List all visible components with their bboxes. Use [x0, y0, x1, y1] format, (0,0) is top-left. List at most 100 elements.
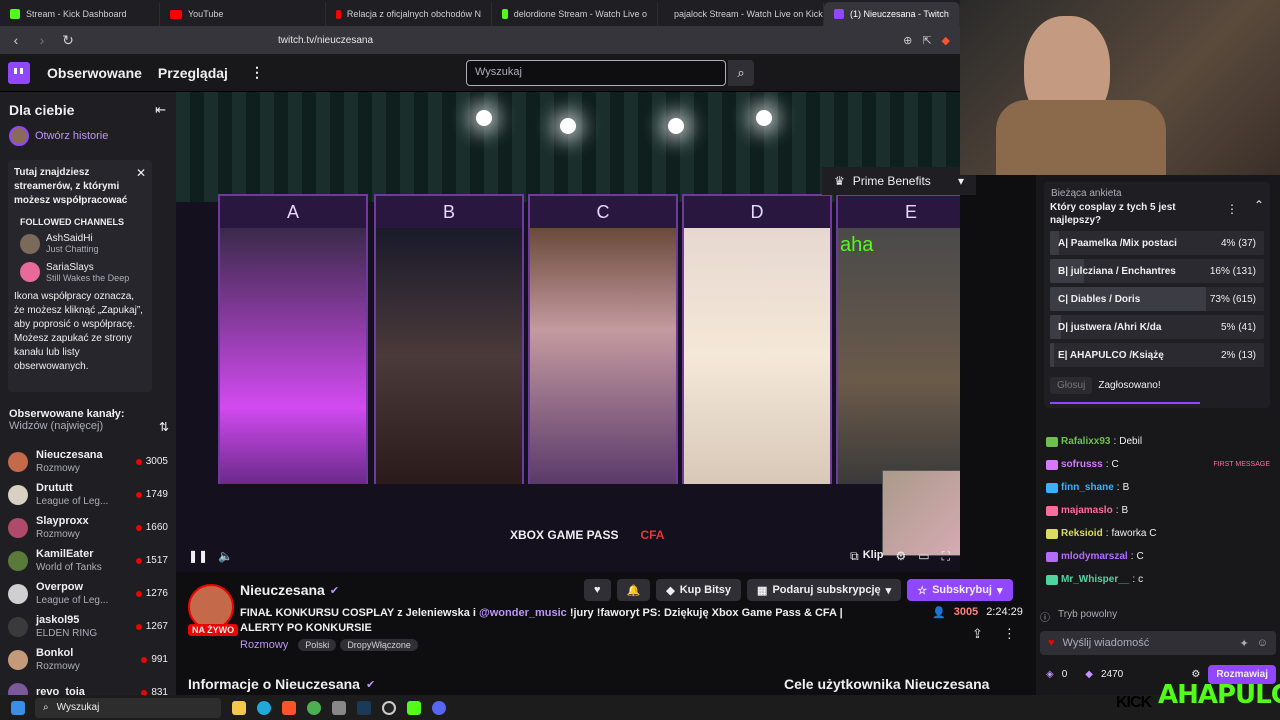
channel-game: World of Tanks — [36, 561, 102, 573]
buy-bits-button[interactable]: ◆ Kup Bitsy — [656, 579, 742, 601]
chat-input[interactable]: ♥ Wyślij wiadomość ✦ ☺ — [1040, 631, 1276, 655]
theatre-mode-icon[interactable]: ▭ — [918, 549, 929, 563]
chat-username[interactable]: mlodymarszal — [1061, 550, 1128, 563]
discord-icon[interactable] — [432, 700, 446, 715]
gift-sub-button[interactable]: ▦ Podaruj subskrypcję ▾ — [747, 579, 902, 601]
more-options-icon[interactable]: ⋮ — [1226, 202, 1238, 216]
nav-browse[interactable]: Przeglądaj — [158, 65, 228, 81]
windows-start-icon[interactable] — [11, 700, 25, 715]
video-player[interactable]: A B C D Eaha XBOX GAME PASS CFA ♛ — [176, 92, 960, 572]
clip-button[interactable]: ⧉ Klip — [850, 549, 883, 564]
about-heading: Informacje o Nieuczesana — [188, 676, 360, 692]
sidebar-channel[interactable]: KamilEater World of Tanks 1517 — [0, 544, 176, 577]
chat-username[interactable]: majamaslo — [1061, 504, 1113, 517]
twitch-logo-icon[interactable] — [8, 61, 30, 84]
nav-followed[interactable]: Obserwowane — [47, 65, 142, 81]
chat-username[interactable]: sofrusss — [1061, 458, 1103, 471]
reload-icon[interactable]: ↻ — [58, 32, 78, 49]
sidebar-channel[interactable]: Bonkol Rozmowy 991 — [0, 643, 176, 676]
channel-name[interactable]: AshSaidHi — [46, 233, 99, 244]
subscribe-button[interactable]: ☆ Subskrybuj ▾ — [907, 579, 1013, 601]
poll-option[interactable]: A| Paamelka /Mix postaci 4% (37) — [1050, 231, 1264, 255]
poll-option-percent: 16% (131) — [1209, 265, 1256, 277]
address-bar: ‹ › ↻ twitch.tv/nieuczesana ⊕ ⇱ ◆ — [0, 26, 960, 54]
pause-icon[interactable]: ❚❚ — [188, 549, 208, 563]
chrome-icon[interactable] — [307, 700, 321, 715]
fullscreen-icon[interactable]: ⛶ — [942, 549, 950, 564]
sidebar-channel[interactable]: Drututt League of Leg... 1749 — [0, 478, 176, 511]
poll-option[interactable]: C| Diables / Doris 73% (615) — [1050, 287, 1264, 311]
sort-label: Widzów (najwięcej) — [9, 420, 104, 432]
stream-title: FINAŁ KONKURSU COSPLAY z Jeleniewska i @… — [240, 606, 880, 636]
search-input[interactable]: Wyszukaj — [466, 60, 726, 86]
file-explorer-icon[interactable] — [232, 700, 246, 715]
gift-icon: ▦ — [757, 584, 768, 597]
url-field[interactable]: twitch.tv/nieuczesana — [278, 35, 373, 46]
poll-option[interactable]: E| AHAPULCO /Książę 2% (13) — [1050, 343, 1264, 367]
back-icon[interactable]: ‹ — [6, 32, 26, 48]
zoom-icon[interactable]: ⊕ — [903, 34, 912, 47]
steam-icon[interactable] — [357, 700, 371, 715]
channel-name[interactable]: SariaSlays — [46, 262, 129, 273]
chat-username[interactable]: Rafalixx93 — [1061, 435, 1110, 448]
taskbar-search-input[interactable]: Wyszukaj — [57, 702, 100, 713]
more-menu-icon[interactable]: ⋮ — [250, 64, 264, 81]
open-stories-link[interactable]: Otwórz historie — [35, 130, 108, 142]
chat-message: majamaslo: B — [1036, 499, 1280, 522]
youtube-icon — [336, 9, 341, 19]
kick-app-icon[interactable] — [407, 700, 421, 715]
stories-avatar[interactable] — [9, 126, 29, 146]
tab-title: Stream - Kick Dashboard — [26, 9, 127, 19]
sidebar-channel[interactable]: Nieuczesana Rozmowy 3005 — [0, 445, 176, 478]
more-options-icon[interactable]: ⋮ — [1003, 626, 1016, 642]
sort-icon[interactable]: ⇅ — [159, 420, 169, 434]
chevron-up-icon[interactable]: ⌃ — [1254, 198, 1264, 212]
streamer-webcam — [960, 0, 1280, 175]
collapse-sidebar-icon[interactable]: ⇤ — [155, 102, 166, 118]
chat-username[interactable]: Mr_Whisper__ — [1061, 573, 1129, 586]
share-icon[interactable]: ⇪ — [972, 626, 983, 642]
obs-icon[interactable] — [382, 700, 396, 715]
settings-gear-icon[interactable]: ⚙ — [895, 549, 906, 563]
search-icon[interactable]: ⌕ — [728, 60, 754, 86]
poll-option[interactable]: B| julcziana / Enchantres 16% (131) — [1050, 259, 1264, 283]
avatar — [20, 233, 40, 254]
close-icon[interactable]: ✕ — [136, 166, 146, 208]
volume-icon[interactable]: 🔈 — [218, 549, 233, 563]
sidebar-channel[interactable]: revo_toja 831 — [0, 676, 176, 695]
kick-icon — [502, 9, 508, 19]
browser-tab[interactable]: pajalock Stream - Watch Live on Kick — [658, 2, 824, 26]
browser-tab[interactable]: Relacja z oficjalnych obchodów N — [326, 2, 492, 26]
poll-option[interactable]: D| justwera /Ahri K/da 5% (41) — [1050, 315, 1264, 339]
browser-tab[interactable]: YouTube — [160, 2, 326, 26]
brave-icon[interactable] — [282, 700, 296, 715]
sidebar-channel[interactable]: Slayproxx Rozmowy 1660 — [0, 511, 176, 544]
follow-heart-icon[interactable]: ♥ — [584, 579, 611, 601]
tag[interactable]: Polski — [298, 639, 337, 651]
app-icon[interactable] — [332, 700, 346, 715]
forward-icon[interactable]: › — [32, 32, 52, 48]
browser-tab[interactable]: delordione Stream - Watch Live o — [492, 2, 658, 26]
browser-tab-active[interactable]: (1) Nieuczesana - Twitch — [824, 2, 960, 26]
followed-channel-list: Nieuczesana Rozmowy 3005 Drututt League … — [0, 445, 176, 695]
category-link[interactable]: Rozmowy — [240, 639, 288, 651]
edge-icon[interactable] — [257, 700, 271, 715]
channel-points[interactable]: 0 — [1062, 669, 1068, 680]
emote-icon[interactable]: ☺ — [1257, 637, 1268, 649]
mention-link[interactable]: @wonder_music — [479, 607, 567, 619]
live-dot — [135, 557, 142, 564]
chat-username[interactable]: Reksioid — [1061, 527, 1103, 540]
tag[interactable]: DropyWłączone — [340, 639, 418, 651]
notification-bell-icon[interactable]: 🔔 — [616, 579, 651, 601]
vote-button[interactable]: Głosuj — [1050, 377, 1093, 394]
share-icon[interactable]: ⇱ — [922, 34, 931, 47]
channel-name[interactable]: Nieuczesana — [240, 582, 325, 598]
chat-username[interactable]: finn_shane — [1061, 481, 1114, 494]
bits-cheer-icon[interactable]: ✦ — [1240, 637, 1249, 650]
browser-tab[interactable]: Stream - Kick Dashboard — [0, 2, 160, 26]
prime-benefits-button[interactable]: ♛ Prime Benefits ▾ — [822, 167, 976, 195]
brave-shield-icon[interactable]: ◆ — [942, 34, 950, 47]
uptime: 2:24:29 — [986, 606, 1023, 618]
sidebar-channel[interactable]: jaskol95 ELDEN RING 1267 — [0, 610, 176, 643]
sidebar-channel[interactable]: Overpow League of Leg... 1276 — [0, 577, 176, 610]
